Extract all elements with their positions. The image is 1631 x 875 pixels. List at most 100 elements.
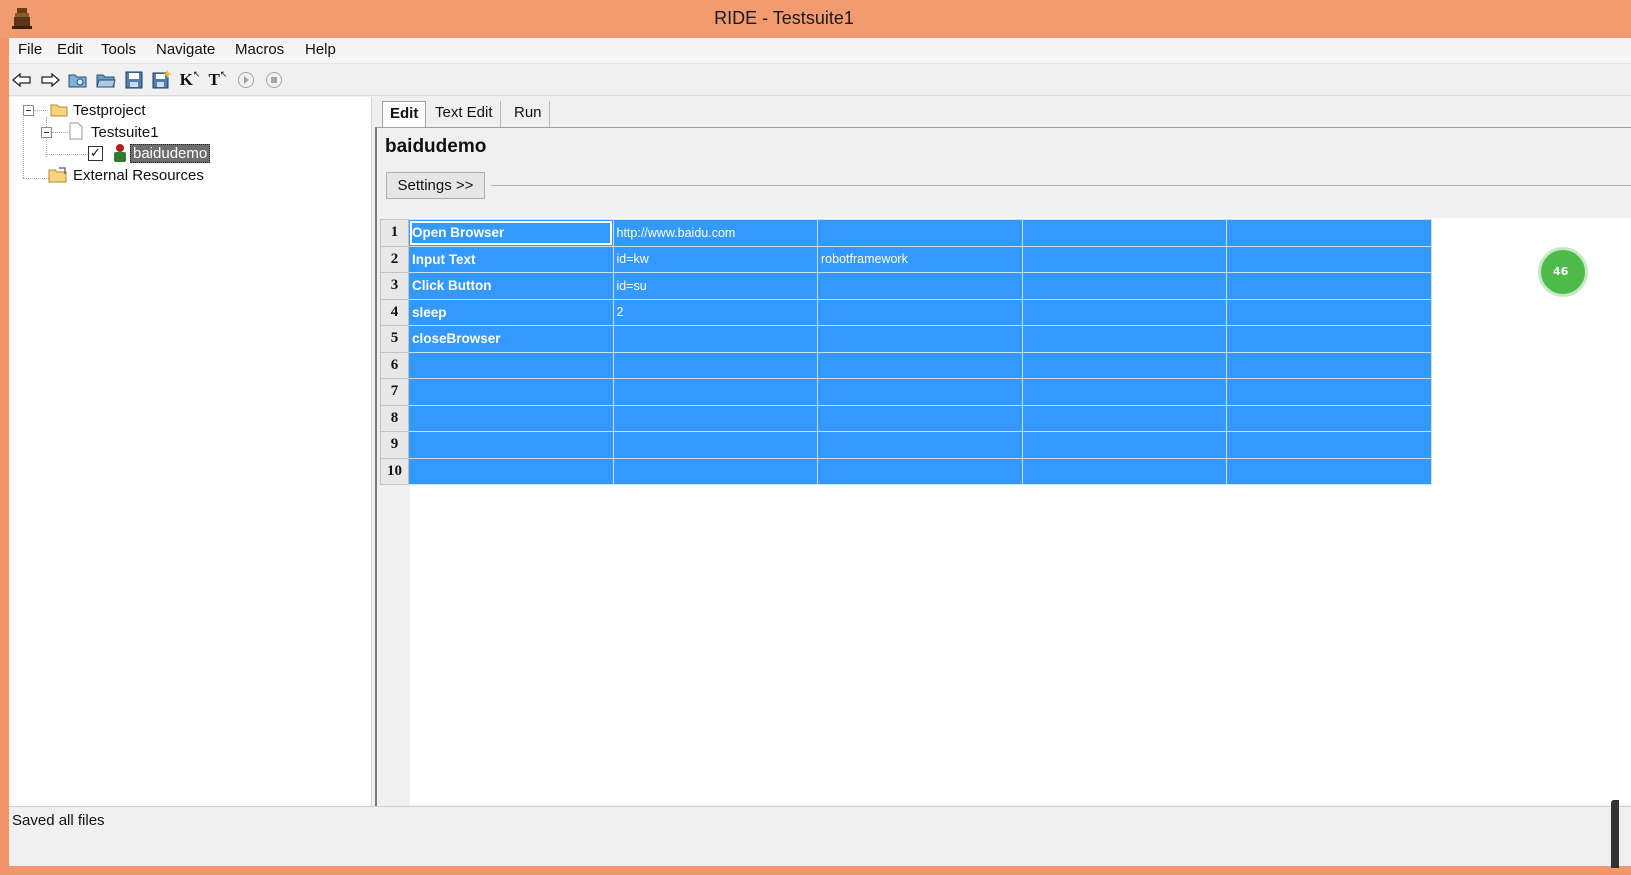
keyword-cell[interactable]: [408, 404, 614, 432]
keyword-cell[interactable]: Open Browser: [408, 219, 614, 247]
argument-cell[interactable]: [1226, 351, 1432, 379]
testcase-checkbox[interactable]: ✓: [88, 146, 103, 161]
status-text: Saved all files: [12, 812, 105, 829]
argument-cell[interactable]: [1021, 272, 1227, 300]
argument-cell[interactable]: [1021, 298, 1227, 326]
argument-cell[interactable]: [612, 351, 818, 379]
row-number[interactable]: 7: [380, 378, 409, 406]
tab-edit[interactable]: Edit: [382, 101, 427, 127]
keyword-cell[interactable]: [408, 431, 614, 459]
save-icon[interactable]: [122, 68, 146, 92]
row-number[interactable]: 8: [380, 404, 409, 432]
run-icon[interactable]: [234, 68, 258, 92]
keyword-cell[interactable]: [408, 378, 614, 406]
row-number[interactable]: 10: [380, 457, 409, 485]
argument-cell[interactable]: [1021, 404, 1227, 432]
argument-cell[interactable]: [817, 325, 1023, 353]
search-tests-icon[interactable]: T ↖: [206, 68, 230, 92]
argument-cell[interactable]: http://www.baidu.com: [612, 219, 818, 247]
argument-cell[interactable]: [1226, 431, 1432, 459]
tree-item-suite[interactable]: Testsuite1: [91, 124, 159, 141]
argument-cell[interactable]: [817, 351, 1023, 379]
argument-cell[interactable]: [817, 298, 1023, 326]
tree-item-external-resources[interactable]: External Resources: [73, 167, 204, 184]
open-directory-icon[interactable]: [94, 68, 118, 92]
argument-cell[interactable]: [817, 457, 1023, 485]
table-row: 2 Input Text id=kw robotframework: [380, 245, 1432, 273]
forward-arrow-icon[interactable]: [38, 68, 62, 92]
row-number[interactable]: 5: [380, 325, 409, 353]
keyword-cell[interactable]: [408, 351, 614, 379]
argument-cell[interactable]: [1226, 457, 1432, 485]
menu-file[interactable]: File: [18, 41, 42, 58]
keyword-cell[interactable]: Click Button: [408, 272, 614, 300]
argument-cell[interactable]: [1226, 325, 1432, 353]
row-number[interactable]: 1: [380, 219, 409, 247]
toolbar: K ↖ T ↖: [9, 64, 1631, 96]
collapse-project-toggle[interactable]: [23, 105, 34, 116]
save-all-icon[interactable]: [150, 68, 174, 92]
argument-cell[interactable]: [1226, 404, 1432, 432]
row-number[interactable]: 6: [380, 351, 409, 379]
menu-help[interactable]: Help: [305, 41, 336, 58]
collapse-suite-toggle[interactable]: [41, 127, 52, 138]
tree-connector: [52, 132, 68, 133]
argument-cell[interactable]: [612, 325, 818, 353]
window-title: RIDE - Testsuite1: [714, 8, 854, 28]
keyword-cell[interactable]: Input Text: [408, 245, 614, 273]
row-number[interactable]: 3: [380, 272, 409, 300]
argument-cell[interactable]: id=kw: [612, 245, 818, 273]
menu-navigate[interactable]: Navigate: [156, 41, 215, 58]
test-case-title: baidudemo: [385, 136, 487, 157]
argument-cell[interactable]: [612, 378, 818, 406]
row-number[interactable]: 4: [380, 298, 409, 326]
argument-cell[interactable]: [1021, 351, 1227, 379]
argument-cell[interactable]: [1021, 378, 1227, 406]
tab-text-edit[interactable]: Text Edit: [428, 101, 501, 127]
argument-cell[interactable]: [817, 404, 1023, 432]
argument-cell[interactable]: 2: [612, 298, 818, 326]
argument-cell[interactable]: [1226, 272, 1432, 300]
settings-button[interactable]: Settings >>: [386, 172, 485, 199]
table-row: 4 sleep 2: [380, 298, 1432, 326]
argument-cell[interactable]: [1021, 431, 1227, 459]
argument-cell[interactable]: [1226, 298, 1432, 326]
menu-macros[interactable]: Macros: [235, 41, 284, 58]
keyword-grid: 1 Open Browser http://www.baidu.com 2 Input …: [380, 219, 1432, 485]
menu-tools[interactable]: Tools: [101, 41, 136, 58]
tree-item-testcase[interactable]: baidudemo: [130, 144, 211, 163]
argument-cell[interactable]: [1021, 245, 1227, 273]
argument-cell[interactable]: [1021, 219, 1227, 247]
keyword-cell[interactable]: closeBrowser: [408, 325, 614, 353]
open-test-suite-icon[interactable]: [66, 68, 90, 92]
search-keywords-icon[interactable]: K ↖: [178, 68, 202, 92]
argument-cell[interactable]: id=su: [612, 272, 818, 300]
argument-cell[interactable]: [1021, 325, 1227, 353]
argument-cell[interactable]: [612, 404, 818, 432]
tree-item-project[interactable]: Testproject: [73, 102, 146, 119]
argument-cell[interactable]: [1226, 219, 1432, 247]
argument-cell[interactable]: [817, 272, 1023, 300]
main-window: File Edit Tools Navigate Macros Help K ↖ …: [9, 38, 1631, 866]
row-number[interactable]: 2: [380, 245, 409, 273]
argument-cell[interactable]: [612, 457, 818, 485]
keyword-cell[interactable]: [408, 457, 614, 485]
stop-icon[interactable]: [262, 68, 286, 92]
argument-cell[interactable]: [817, 219, 1023, 247]
argument-cell[interactable]: [817, 431, 1023, 459]
argument-cell[interactable]: [1021, 457, 1227, 485]
row-number[interactable]: 9: [380, 431, 409, 459]
back-arrow-icon[interactable]: [10, 68, 34, 92]
settings-divider: [491, 185, 1631, 186]
tab-run[interactable]: Run: [507, 101, 550, 127]
argument-cell[interactable]: [1226, 378, 1432, 406]
argument-cell[interactable]: robotframework: [817, 245, 1023, 273]
argument-cell[interactable]: [817, 378, 1023, 406]
argument-cell[interactable]: [1226, 245, 1432, 273]
menu-edit[interactable]: Edit: [57, 41, 83, 58]
editor-panel: Edit Text Edit Run baidudemo Settings >>…: [375, 97, 1631, 806]
floating-badge[interactable]: 46: [1538, 247, 1588, 297]
keyword-cell[interactable]: sleep: [408, 298, 614, 326]
test-tree-panel: Testproject Testsuite1 ✓ baidudemo Exter…: [9, 97, 372, 806]
argument-cell[interactable]: [612, 431, 818, 459]
